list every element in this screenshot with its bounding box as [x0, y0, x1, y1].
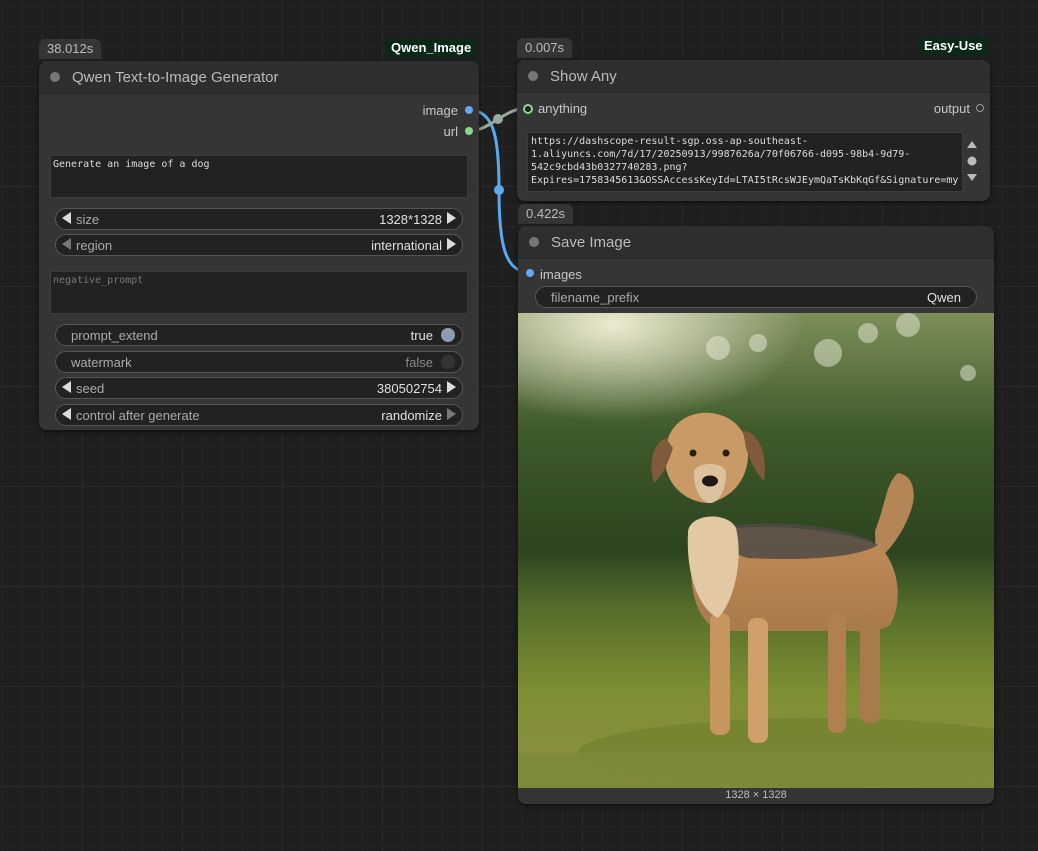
- prompt-extend-value: true: [410, 328, 433, 343]
- dog-front-leg-left: [710, 613, 730, 735]
- increment-arrow-icon[interactable]: [447, 381, 456, 393]
- prompt-extend-toggle[interactable]: prompt_extend true: [55, 324, 463, 346]
- region-label: region: [76, 238, 113, 253]
- decrement-arrow-icon[interactable]: [62, 381, 71, 393]
- node-header[interactable]: Save Image: [518, 226, 994, 259]
- dog-hind-leg-right: [860, 613, 880, 723]
- text-scroll-controls[interactable]: [965, 138, 979, 186]
- control-after-generate-combo[interactable]: control after generate randomize: [55, 404, 463, 426]
- input-slot-images[interactable]: [526, 269, 534, 277]
- output-label-image: image: [422, 103, 458, 118]
- input-slot-anything[interactable]: [523, 104, 533, 114]
- node-title: Show Any: [550, 68, 617, 85]
- input-label-images: images: [540, 267, 582, 282]
- increment-arrow-icon[interactable]: [447, 212, 456, 224]
- scroll-up-icon: [967, 141, 977, 148]
- show-any-text-display[interactable]: https://dashscope-result-sgp.oss-ap-sout…: [527, 132, 963, 192]
- decrement-arrow-icon[interactable]: [62, 212, 71, 224]
- size-combo[interactable]: size 1328*1328: [55, 208, 463, 230]
- filename-prefix-input[interactable]: filename_prefix Qwen: [535, 286, 977, 308]
- generated-image-preview[interactable]: [518, 313, 994, 788]
- dog-front-leg-right: [748, 618, 768, 743]
- watermark-label: watermark: [71, 355, 132, 370]
- output-slot-url[interactable]: [465, 127, 473, 135]
- qwen-node-tag: Qwen_Image: [386, 39, 477, 57]
- decrement-arrow-icon[interactable]: [62, 408, 71, 420]
- qwen-node-timing: 38.012s: [39, 39, 102, 59]
- show-any-node-tag: Easy-Use: [919, 37, 988, 55]
- negative-prompt-textarea[interactable]: negative_prompt: [50, 271, 468, 314]
- control-after-generate-value: randomize: [381, 408, 442, 423]
- output-label-output: output: [933, 101, 970, 116]
- node-header[interactable]: Show Any: [517, 60, 990, 93]
- input-label-anything: anything: [538, 101, 588, 116]
- link-image-midpoint[interactable]: [494, 185, 504, 195]
- dog-eye-left: [689, 449, 697, 457]
- prompt-textarea[interactable]: Generate an image of a dog: [50, 155, 468, 198]
- scroll-thumb-icon: [967, 156, 977, 166]
- watermark-toggle[interactable]: watermark false: [55, 351, 463, 373]
- scroll-down-icon: [967, 174, 977, 181]
- output-slot-image[interactable]: [465, 106, 473, 114]
- region-value: international: [371, 238, 442, 253]
- size-label: size: [76, 212, 100, 227]
- watermark-value: false: [405, 355, 433, 370]
- prompt-extend-label: prompt_extend: [71, 328, 158, 343]
- seed-value: 380502754: [376, 381, 442, 396]
- filename-prefix-value: Qwen: [927, 290, 961, 305]
- toggle-off-icon[interactable]: [441, 355, 455, 369]
- seed-label: seed: [76, 381, 105, 396]
- dog-hind-leg-left: [828, 613, 846, 733]
- node-title: Qwen Text-to-Image Generator: [72, 69, 279, 86]
- toggle-on-icon[interactable]: [441, 328, 455, 342]
- save-image-node-timing: 0.422s: [518, 204, 574, 224]
- save-image-node[interactable]: Save Image images filename_prefix Qwen 1…: [518, 226, 994, 804]
- output-slot-output[interactable]: [976, 104, 984, 112]
- show-any-node-timing: 0.007s: [517, 38, 573, 58]
- filename-prefix-label: filename_prefix: [551, 290, 640, 305]
- dog-nose: [702, 475, 718, 487]
- image-size-caption: 1328 × 1328: [725, 789, 787, 801]
- show-any-node[interactable]: Show Any anything output https://dashsco…: [517, 60, 990, 201]
- increment-arrow-icon[interactable]: [447, 238, 456, 250]
- collapse-toggle-icon[interactable]: [528, 71, 538, 81]
- node-header[interactable]: Qwen Text-to-Image Generator: [39, 61, 479, 94]
- link-url-midpoint[interactable]: [493, 114, 503, 124]
- region-combo[interactable]: region international: [55, 234, 463, 256]
- output-label-url: url: [443, 124, 458, 139]
- collapse-toggle-icon[interactable]: [529, 237, 539, 247]
- decrement-arrow-icon[interactable]: [62, 238, 71, 250]
- increment-arrow-icon[interactable]: [447, 408, 456, 420]
- size-value: 1328*1328: [379, 212, 442, 227]
- node-title: Save Image: [551, 234, 632, 251]
- seed-number[interactable]: seed 380502754: [55, 377, 463, 399]
- control-after-generate-label: control after generate: [76, 408, 200, 423]
- grass-foreground: [518, 753, 994, 788]
- collapse-toggle-icon[interactable]: [50, 72, 60, 82]
- dog-eye-right: [722, 449, 730, 457]
- qwen-text-to-image-node[interactable]: Qwen Text-to-Image Generator image url G…: [39, 61, 479, 430]
